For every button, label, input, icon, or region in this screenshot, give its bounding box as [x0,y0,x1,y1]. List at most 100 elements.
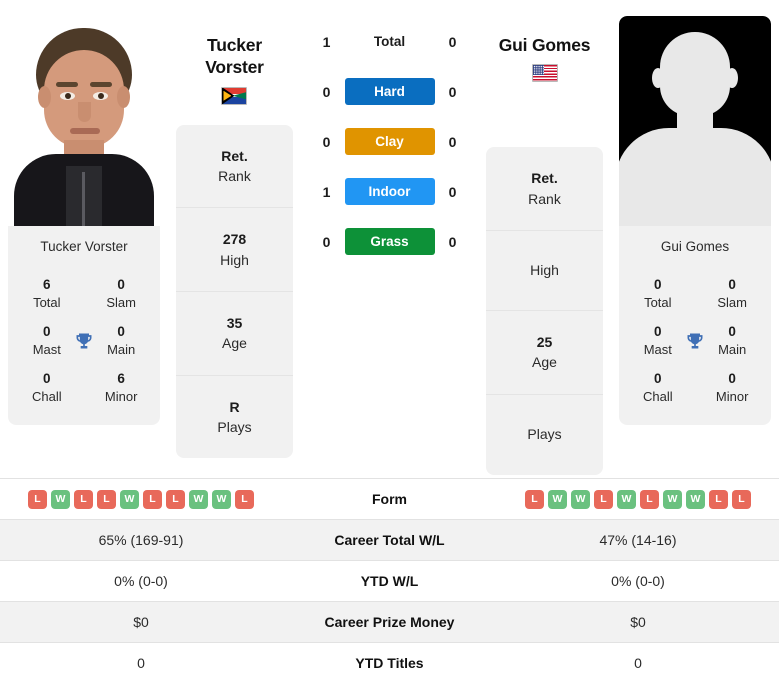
title-stat-mast: 0 Mast [643,324,672,357]
form-badge-loss: L [28,489,47,509]
comparison-header: Tucker Vorster 6 Total 0 Slam 0 Mast 0 M… [0,0,779,478]
table-row-form: LWLLWLLWWL Form LWWLWLWWLL [0,478,779,519]
south-africa-flag-icon [205,86,264,105]
info-age: 35 Age [176,292,293,376]
form-badge-loss: L [143,489,162,509]
title-stat-slam: 0 Slam [717,277,747,310]
titles-row: 0 Mast 0 Main [8,317,160,364]
info-plays: Plays [527,426,562,443]
right-career-prize-money: $0 [630,614,646,630]
form-badge-loss: L [74,489,93,509]
h2h-row-indoor: 1 Indoor 0 [301,178,478,205]
h2h-left-score: 1 [322,33,331,50]
h2h-surface-badge-clay[interactable]: Clay [344,128,435,155]
form-badge-win: W [571,489,590,509]
table-row-career-prize-money: $0 Career Prize Money $0 [0,601,779,642]
title-stat-total: 6 Total [33,277,61,310]
row-label-career-prize-money: Career Prize Money [324,614,455,630]
h2h-right-score: 0 [448,133,457,150]
h2h-right-score: 0 [448,83,457,100]
portrait-image [8,16,160,226]
left-player-name-strip: Tucker Vorster [8,226,160,264]
info-rank: Ret. Rank [176,125,293,209]
titles-row: 0 Total 0 Slam [619,270,771,317]
right-form-cell: LWWLWLWWLL [497,482,779,517]
left-player-titles-grid: 6 Total 0 Slam 0 Mast 0 Main 0 Chall 6 M… [8,264,160,426]
h2h-left-score: 0 [322,133,331,150]
form-badge-loss: L [709,489,728,509]
form-badge-win: W [120,489,139,509]
h2h-left-score: 0 [322,83,331,100]
row-label-career-total-wl: Career Total W/L [334,532,445,548]
title-stat-mast: 0 Mast [32,324,61,357]
titles-row: 0 Chall 6 Minor [8,364,160,411]
h2h-surface-badge-indoor[interactable]: Indoor [344,178,435,205]
left-player-heading: Tucker Vorster [205,8,264,105]
titles-row: 0 Chall 0 Minor [619,364,771,411]
h2h-row-total: 1 Total 0 [301,28,478,55]
left-player-photo [8,16,160,226]
form-badge-loss: L [166,489,185,509]
right-player-card[interactable]: Gui Gomes 0 Total 0 Slam 0 Mast 0 Main 0… [619,16,771,426]
form-badge-win: W [617,489,636,509]
form-badge-loss: L [640,489,659,509]
h2h-right-score: 0 [448,183,457,200]
usa-flag-icon [499,64,591,83]
h2h-left-score: 0 [322,233,331,250]
form-badge-loss: L [594,489,613,509]
left-form-cell: LWLLWLLWWL [0,482,282,517]
right-form-badges: LWWLWLWWLL [503,489,773,509]
row-label-ytd-titles: YTD Titles [355,655,424,671]
silhouette-avatar-icon [619,16,771,226]
left-player-card[interactable]: Tucker Vorster 6 Total 0 Slam 0 Mast 0 M… [8,16,160,426]
right-player-titles-grid: 0 Total 0 Slam 0 Mast 0 Main 0 Chall 0 M… [619,264,771,426]
left-career-total-wl: 65% (169-91) [98,532,184,548]
right-ytd-titles: 0 [634,655,642,671]
left-form-badges: LWLLWLLWWL [6,489,276,509]
title-stat-minor: 6 Minor [104,371,138,404]
info-high: High [486,231,603,311]
form-badge-loss: L [732,489,751,509]
right-player-title: Gui Gomes [498,35,591,55]
form-badge-loss: L [235,489,254,509]
form-badge-win: W [189,489,208,509]
title-stat-chall: 0 Chall [642,371,673,404]
h2h-right-score: 0 [448,33,457,50]
form-badge-win: W [548,489,567,509]
info-high: 278 High [176,208,293,292]
form-badge-win: W [686,489,705,509]
right-career-total-wl: 47% (14-16) [599,532,677,548]
h2h-surface-badge-hard[interactable]: Hard [344,78,435,105]
left-ytd-titles: 0 [137,655,145,671]
title-stat-total: 0 Total [644,277,672,310]
title-stat-main: 0 Main [718,324,747,357]
form-badge-win: W [212,489,231,509]
info-rank: Ret. Rank [486,147,603,231]
row-label-form: Form [372,491,407,507]
title-stat-main: 0 Main [107,324,136,357]
h2h-left-score: 1 [322,183,331,200]
trophy-icon [683,331,708,351]
right-player-photo [619,16,771,226]
right-ytd-wl: 0% (0-0) [611,573,665,589]
h2h-row-grass: 0 Grass 0 [301,228,478,255]
table-row-career-total-wl: 65% (169-91) Career Total W/L 47% (14-16… [0,519,779,560]
info-age: 25 Age [486,311,603,395]
form-badge-win: W [51,489,70,509]
h2h-row-hard: 0 Hard 0 [301,78,478,105]
form-badge-win: W [663,489,682,509]
left-player-info-column: Ret. Rank 278 High 35 Age R Plays [176,124,293,459]
trophy-icon [72,331,97,351]
titles-row: 6 Total 0 Slam [8,270,160,317]
title-stat-slam: 0 Slam [106,277,136,310]
form-badge-loss: L [525,489,544,509]
right-player-heading: Gui Gomes [498,8,591,83]
info-plays: R Plays [217,398,252,435]
head-to-head-column: 1 Total 0 0 Hard 0 0 Clay 0 1 Indoor 0 0 [301,8,478,278]
table-row-ytd-wl: 0% (0-0) YTD W/L 0% (0-0) [0,560,779,601]
h2h-surface-label: Total [373,34,406,49]
player-comparison-page: Tucker Vorster 6 Total 0 Slam 0 Mast 0 M… [0,0,779,699]
right-player-name-strip: Gui Gomes [619,226,771,264]
h2h-surface-badge-grass[interactable]: Grass [344,228,435,255]
title-stat-chall: 0 Chall [31,371,62,404]
